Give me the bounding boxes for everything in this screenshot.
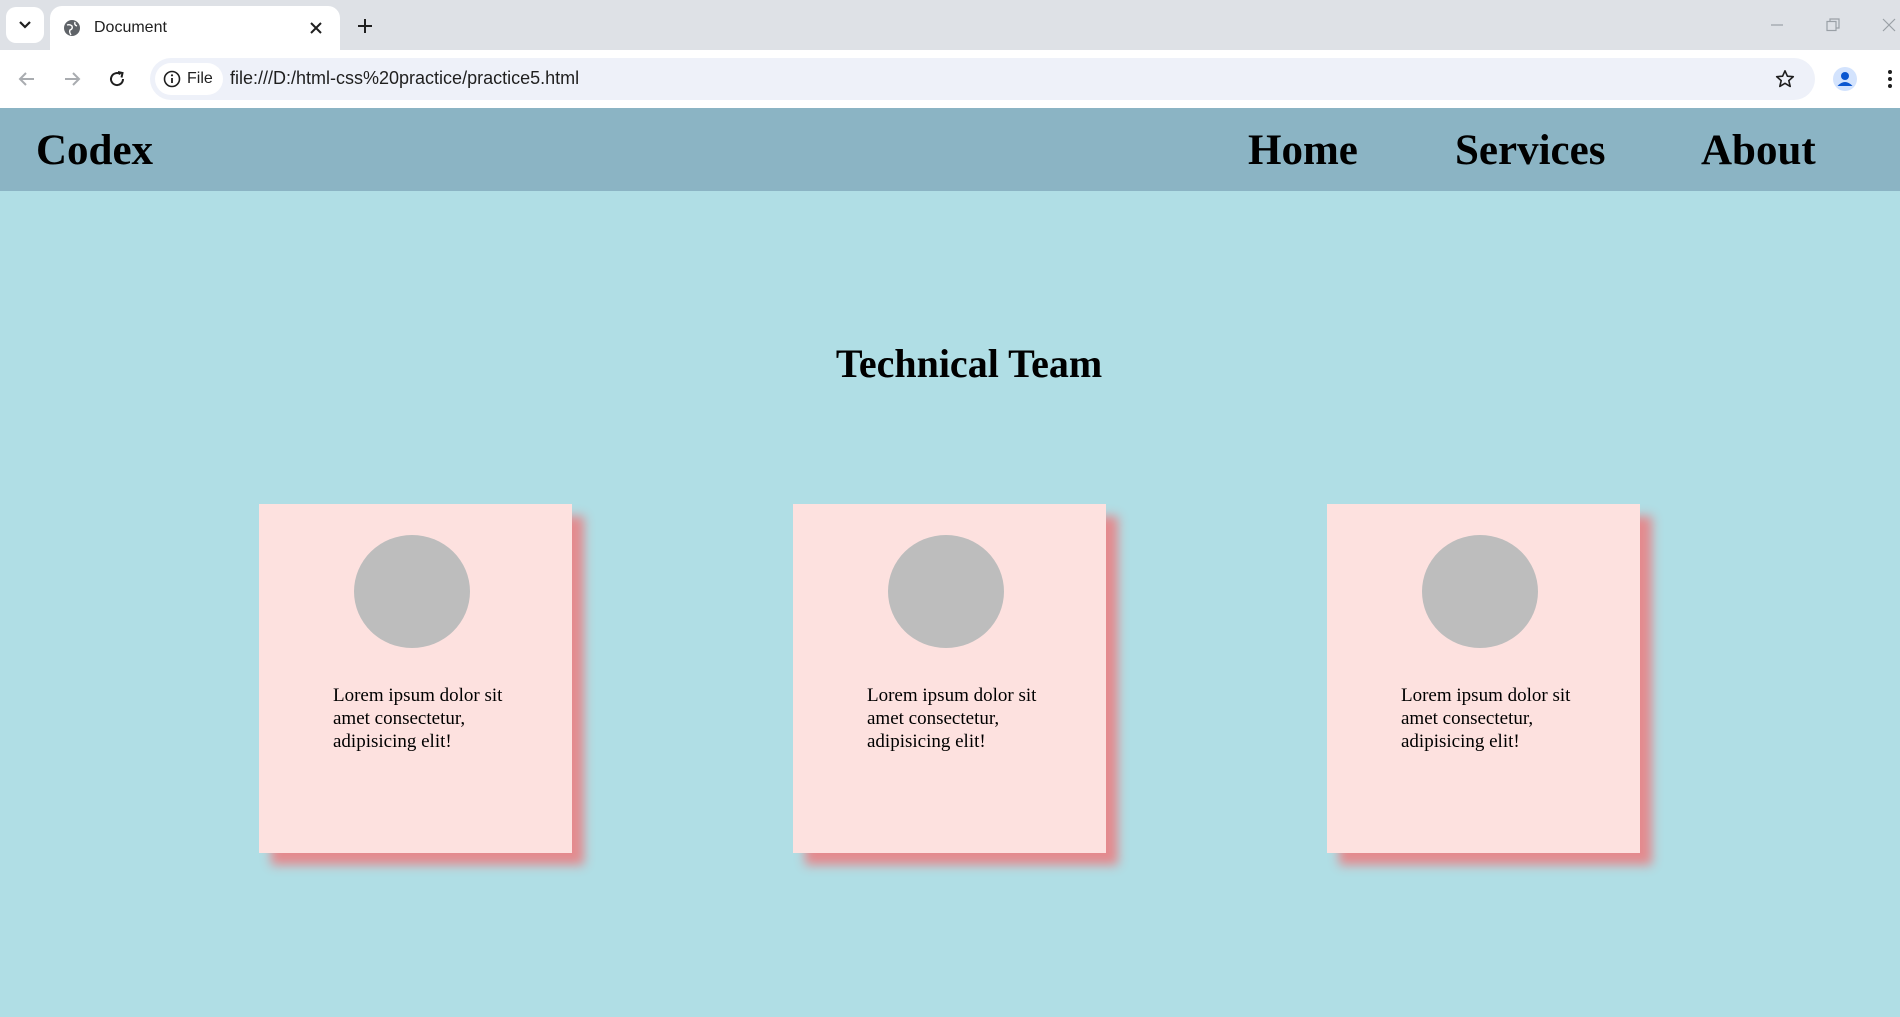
tab-list-button[interactable]	[6, 7, 44, 43]
minimize-button[interactable]	[1762, 10, 1792, 40]
arrow-right-icon	[65, 72, 81, 86]
kebab-icon	[1888, 70, 1892, 88]
team-card: Lorem ipsum dolor sit amet consectetur, …	[793, 504, 1106, 853]
reload-icon	[110, 71, 125, 87]
globe-icon	[62, 18, 82, 38]
tab-title: Document	[94, 19, 167, 36]
avatar	[354, 535, 470, 648]
star-icon	[1775, 70, 1795, 88]
card-text: Lorem ipsum dolor sit amet consectetur, …	[867, 685, 1037, 752]
profile-button[interactable]	[1830, 64, 1860, 94]
url-text[interactable]: file:///D:/html-css%20practice/practice5…	[230, 68, 579, 89]
browser-toolbar: File file:///D:/html-css%20practice/prac…	[0, 50, 1900, 109]
info-icon	[163, 70, 181, 88]
site-info-chip[interactable]: File	[155, 63, 223, 95]
new-tab-button[interactable]	[352, 13, 378, 39]
card-text: Lorem ipsum dolor sit amet consectetur, …	[1401, 685, 1571, 752]
reload-button[interactable]	[102, 64, 132, 94]
chevron-down-icon	[19, 21, 31, 29]
minimize-icon	[1771, 24, 1783, 26]
tab-document[interactable]: Document	[50, 6, 340, 50]
person-icon	[1833, 67, 1857, 91]
card-text: Lorem ipsum dolor sit amet consectetur, …	[333, 685, 503, 752]
section-title: Technical Team	[835, 341, 1103, 386]
forward-button[interactable]	[57, 64, 87, 94]
site-logo[interactable]: Codex	[36, 126, 153, 175]
close-window-button[interactable]	[1874, 10, 1900, 40]
tab-strip: Document	[0, 0, 1900, 50]
close-window-icon	[1882, 18, 1896, 32]
site-navbar: Codex Home Services About	[0, 108, 1900, 191]
avatar	[888, 535, 1004, 648]
close-icon[interactable]	[306, 18, 326, 38]
bookmark-button[interactable]	[1773, 67, 1797, 91]
avatar	[1422, 535, 1538, 648]
arrow-left-icon	[18, 72, 34, 86]
restore-button[interactable]	[1818, 10, 1848, 40]
restore-icon	[1826, 18, 1840, 32]
nav-link-services[interactable]: Services	[1455, 126, 1605, 175]
site-chip-label: File	[187, 70, 213, 87]
browser-menu-button[interactable]	[1880, 64, 1900, 94]
team-card: Lorem ipsum dolor sit amet consectetur, …	[1327, 504, 1640, 853]
back-button[interactable]	[12, 64, 42, 94]
team-card: Lorem ipsum dolor sit amet consectetur, …	[259, 504, 572, 853]
nav-link-home[interactable]: Home	[1248, 126, 1358, 175]
plus-icon	[358, 19, 372, 33]
nav-link-about[interactable]: About	[1701, 126, 1816, 175]
address-bar[interactable]: File file:///D:/html-css%20practice/prac…	[150, 58, 1815, 100]
